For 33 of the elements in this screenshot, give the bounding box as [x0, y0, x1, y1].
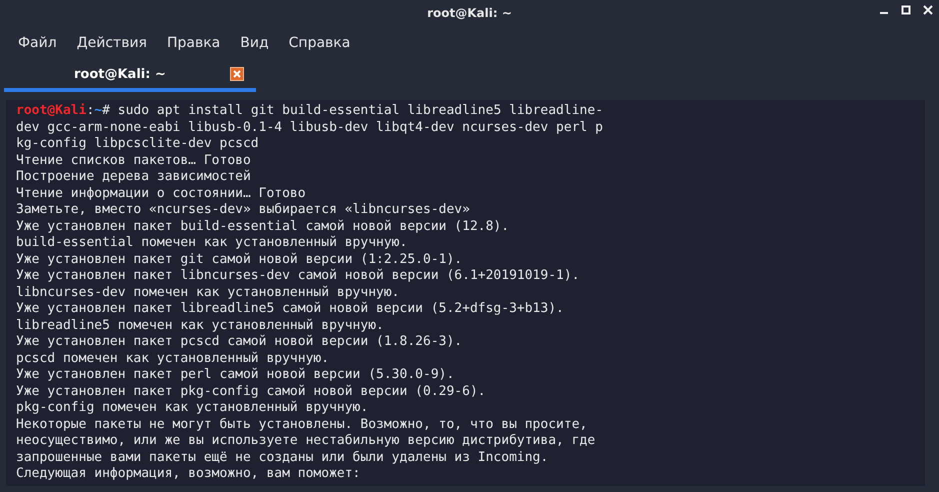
menu-item[interactable]: Справка	[278, 35, 360, 51]
output-line: Уже установлен пакет libreadline5 самой новой версии (5.2+dfsg-3+b13).	[16, 301, 565, 318]
output-line: Уже установлен пакет git самой новой версии (1:2.25.0-1).	[16, 252, 464, 268]
output-line: libncurses-dev помечен как установленный вручную.	[16, 284, 401, 301]
output-line: Заметьте, вместо «ncurses-dev» выбирается «libncurses-dev»	[16, 202, 471, 218]
close-tab-icon[interactable]	[230, 67, 244, 81]
menu-item[interactable]: Правка	[156, 35, 230, 51]
window-title: root@Kali: ~	[427, 6, 512, 20]
menu-item[interactable]: Вид	[230, 35, 279, 51]
output-line: Уже установлен пакет libncurses-dev самой новой версии (6.1+20191019-1).	[16, 268, 581, 284]
output-line: Уже установлен пакет build-essential самой новой версии (12.8).	[16, 218, 510, 235]
menu-item[interactable]: Действия	[66, 35, 157, 51]
terminal-tab[interactable]: root@Kali: ~	[4, 60, 256, 92]
output-line: Построение дерева зависимостей	[16, 169, 252, 186]
output-line: Некоторые пакеты не могут быть установлены. Возможно, то, что вы просите,	[16, 416, 588, 433]
output-line: неосуществимо, или же вы используете нестабильную версию дистрибутива, где	[16, 433, 596, 450]
maximize-icon[interactable]	[901, 5, 911, 15]
output-line: dev gcc-arm-none-eabi libusb-0.1-4 libusb-dev libqt4-dev ncurses-dev perl p	[16, 120, 604, 136]
menu-item[interactable]: Файл	[8, 35, 67, 51]
output-line: Чтение информации о состоянии… Готово	[16, 186, 307, 202]
output-line: pcscd помечен как установленный вручную.	[16, 350, 330, 367]
output-line: kg-config libpcsclite-dev pcscd	[16, 136, 260, 152]
output-line: Уже установлен пакет perl самой новой версии (5.30.0-9).	[16, 367, 456, 384]
output-line: Уже установлен пакет pkg-config самой новой версии (0.29-6).	[16, 384, 487, 400]
close-icon[interactable]	[923, 5, 933, 15]
output-line: build-essential помечен как установленный вручную.	[16, 235, 408, 252]
output-line: pkg-config помечен как установленный вручную.	[16, 400, 370, 416]
output-line: Чтение списков пакетов… Готово	[16, 152, 252, 169]
command-line: root@Kali:~# sudo apt install git build-essential libreadline5 libreadline-	[16, 103, 604, 120]
output-line: запрошенные вами пакеты ещё не созданы или были удалены из Incoming.	[16, 450, 550, 466]
output-line: libreadline5 помечен как установленный вручную.	[16, 318, 385, 334]
output-line: Уже установлен пакет pcscd самой новой версии (1.8.26-3).	[16, 334, 464, 350]
output-line: Следующая информация, возможно, вам поможет:	[16, 466, 362, 482]
